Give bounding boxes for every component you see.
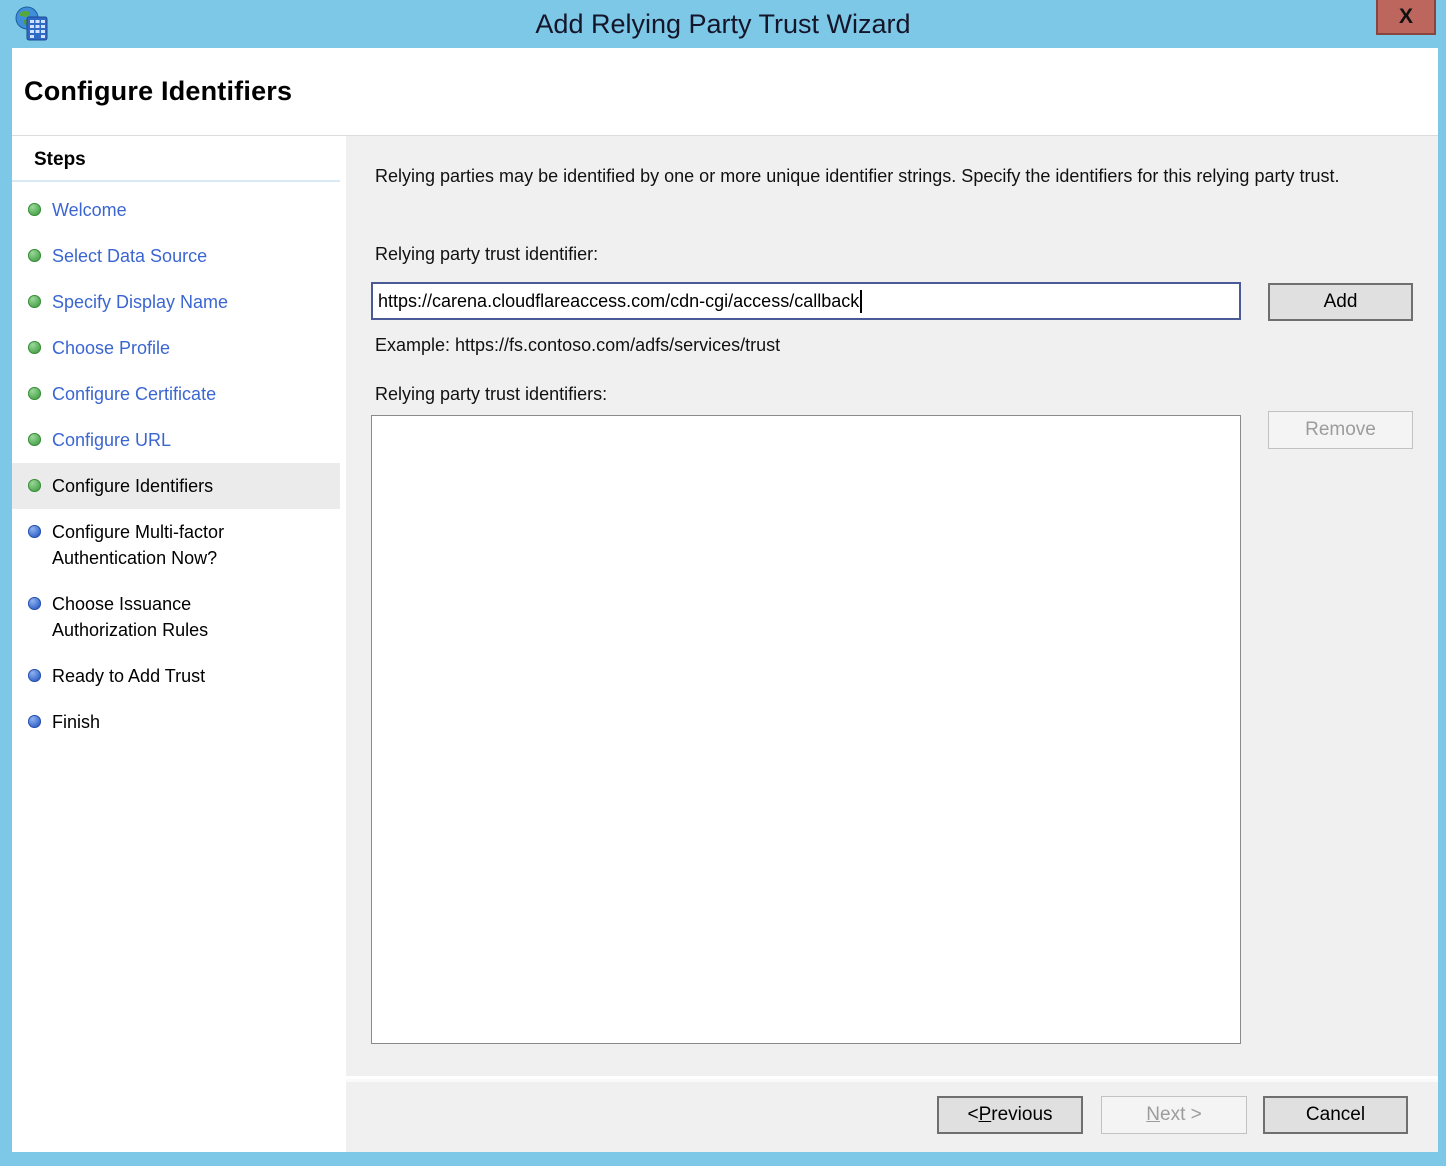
add-button[interactable]: Add: [1268, 283, 1413, 321]
step-label: Specify Display Name: [52, 289, 228, 315]
page-header: Configure Identifiers: [12, 48, 1438, 136]
step-pending-icon: [28, 525, 41, 538]
step-label: Ready to Add Trust: [52, 663, 205, 689]
sidebar-item-finish: Finish: [12, 699, 340, 745]
sidebar-item-choose-profile[interactable]: Choose Profile: [12, 325, 340, 371]
step-label: Configure Certificate: [52, 381, 216, 407]
wizard-dialog: Configure Identifiers Steps Welcome Selec…: [12, 48, 1438, 1152]
sidebar-item-choose-issuance-authorization-rules: Choose Issuance Authorization Rules: [12, 581, 340, 653]
step-complete-icon: [28, 203, 41, 216]
identifiers-list-label: Relying party trust identifiers:: [375, 384, 607, 405]
sidebar-item-specify-display-name[interactable]: Specify Display Name: [12, 279, 340, 325]
step-label: Select Data Source: [52, 243, 207, 269]
previous-rest: revious: [991, 1104, 1052, 1126]
close-button[interactable]: X: [1376, 0, 1436, 35]
sidebar-item-configure-multi-factor-authentication-now: Configure Multi-factor Authentication No…: [12, 509, 340, 581]
remove-button[interactable]: Remove: [1268, 411, 1413, 449]
step-complete-icon: [28, 387, 41, 400]
step-label: Choose Issuance Authorization Rules: [52, 591, 287, 643]
step-pending-icon: [28, 669, 41, 682]
steps-heading: Steps: [12, 137, 340, 182]
sidebar-item-configure-certificate[interactable]: Configure Certificate: [12, 371, 340, 417]
sidebar-item-ready-to-add-trust: Ready to Add Trust: [12, 653, 340, 699]
previous-button[interactable]: < Previous: [937, 1096, 1083, 1134]
content-panel: Relying parties may be identified by one…: [346, 136, 1438, 1076]
previous-prefix: <: [967, 1104, 978, 1126]
adfs-app-icon: [14, 6, 50, 42]
step-label: Configure Multi-factor Authentication No…: [52, 519, 287, 571]
footer-bar: < Previous Next > Cancel: [346, 1079, 1438, 1152]
example-text: Example: https://fs.contoso.com/adfs/ser…: [375, 335, 780, 356]
description-text: Relying parties may be identified by one…: [375, 163, 1340, 190]
page-title: Configure Identifiers: [24, 76, 292, 107]
identifier-input-value: https://carena.cloudflareaccess.com/cdn-…: [378, 291, 859, 312]
step-complete-icon: [28, 433, 41, 446]
step-complete-icon: [28, 295, 41, 308]
previous-accel: P: [979, 1104, 992, 1126]
step-label: Choose Profile: [52, 335, 170, 361]
identifiers-listbox[interactable]: [371, 415, 1241, 1044]
identifier-label: Relying party trust identifier:: [375, 244, 598, 265]
sidebar-item-select-data-source[interactable]: Select Data Source: [12, 233, 340, 279]
sidebar-item-welcome[interactable]: Welcome: [12, 187, 340, 233]
step-label: Finish: [52, 709, 100, 735]
steps-list: Welcome Select Data Source Specify Display…: [12, 187, 340, 745]
cancel-button[interactable]: Cancel: [1263, 1096, 1408, 1134]
sidebar-item-configure-identifiers: Configure Identifiers: [12, 463, 340, 509]
text-caret: [860, 290, 862, 313]
next-button[interactable]: Next >: [1101, 1096, 1247, 1134]
next-accel: N: [1146, 1104, 1160, 1126]
step-complete-icon: [28, 479, 41, 492]
title-bar: Add Relying Party Trust Wizard X: [0, 0, 1446, 48]
next-rest: ext >: [1160, 1104, 1202, 1126]
step-complete-icon: [28, 249, 41, 262]
step-complete-icon: [28, 341, 41, 354]
step-pending-icon: [28, 715, 41, 728]
step-label: Configure URL: [52, 427, 171, 453]
sidebar-item-configure-url[interactable]: Configure URL: [12, 417, 340, 463]
step-pending-icon: [28, 597, 41, 610]
step-label: Configure Identifiers: [52, 473, 213, 499]
identifier-input[interactable]: https://carena.cloudflareaccess.com/cdn-…: [371, 282, 1241, 320]
window-title: Add Relying Party Trust Wizard: [535, 9, 910, 40]
step-label: Welcome: [52, 197, 127, 223]
steps-sidebar: Steps Welcome Select Data Source Specify D…: [12, 137, 340, 1152]
